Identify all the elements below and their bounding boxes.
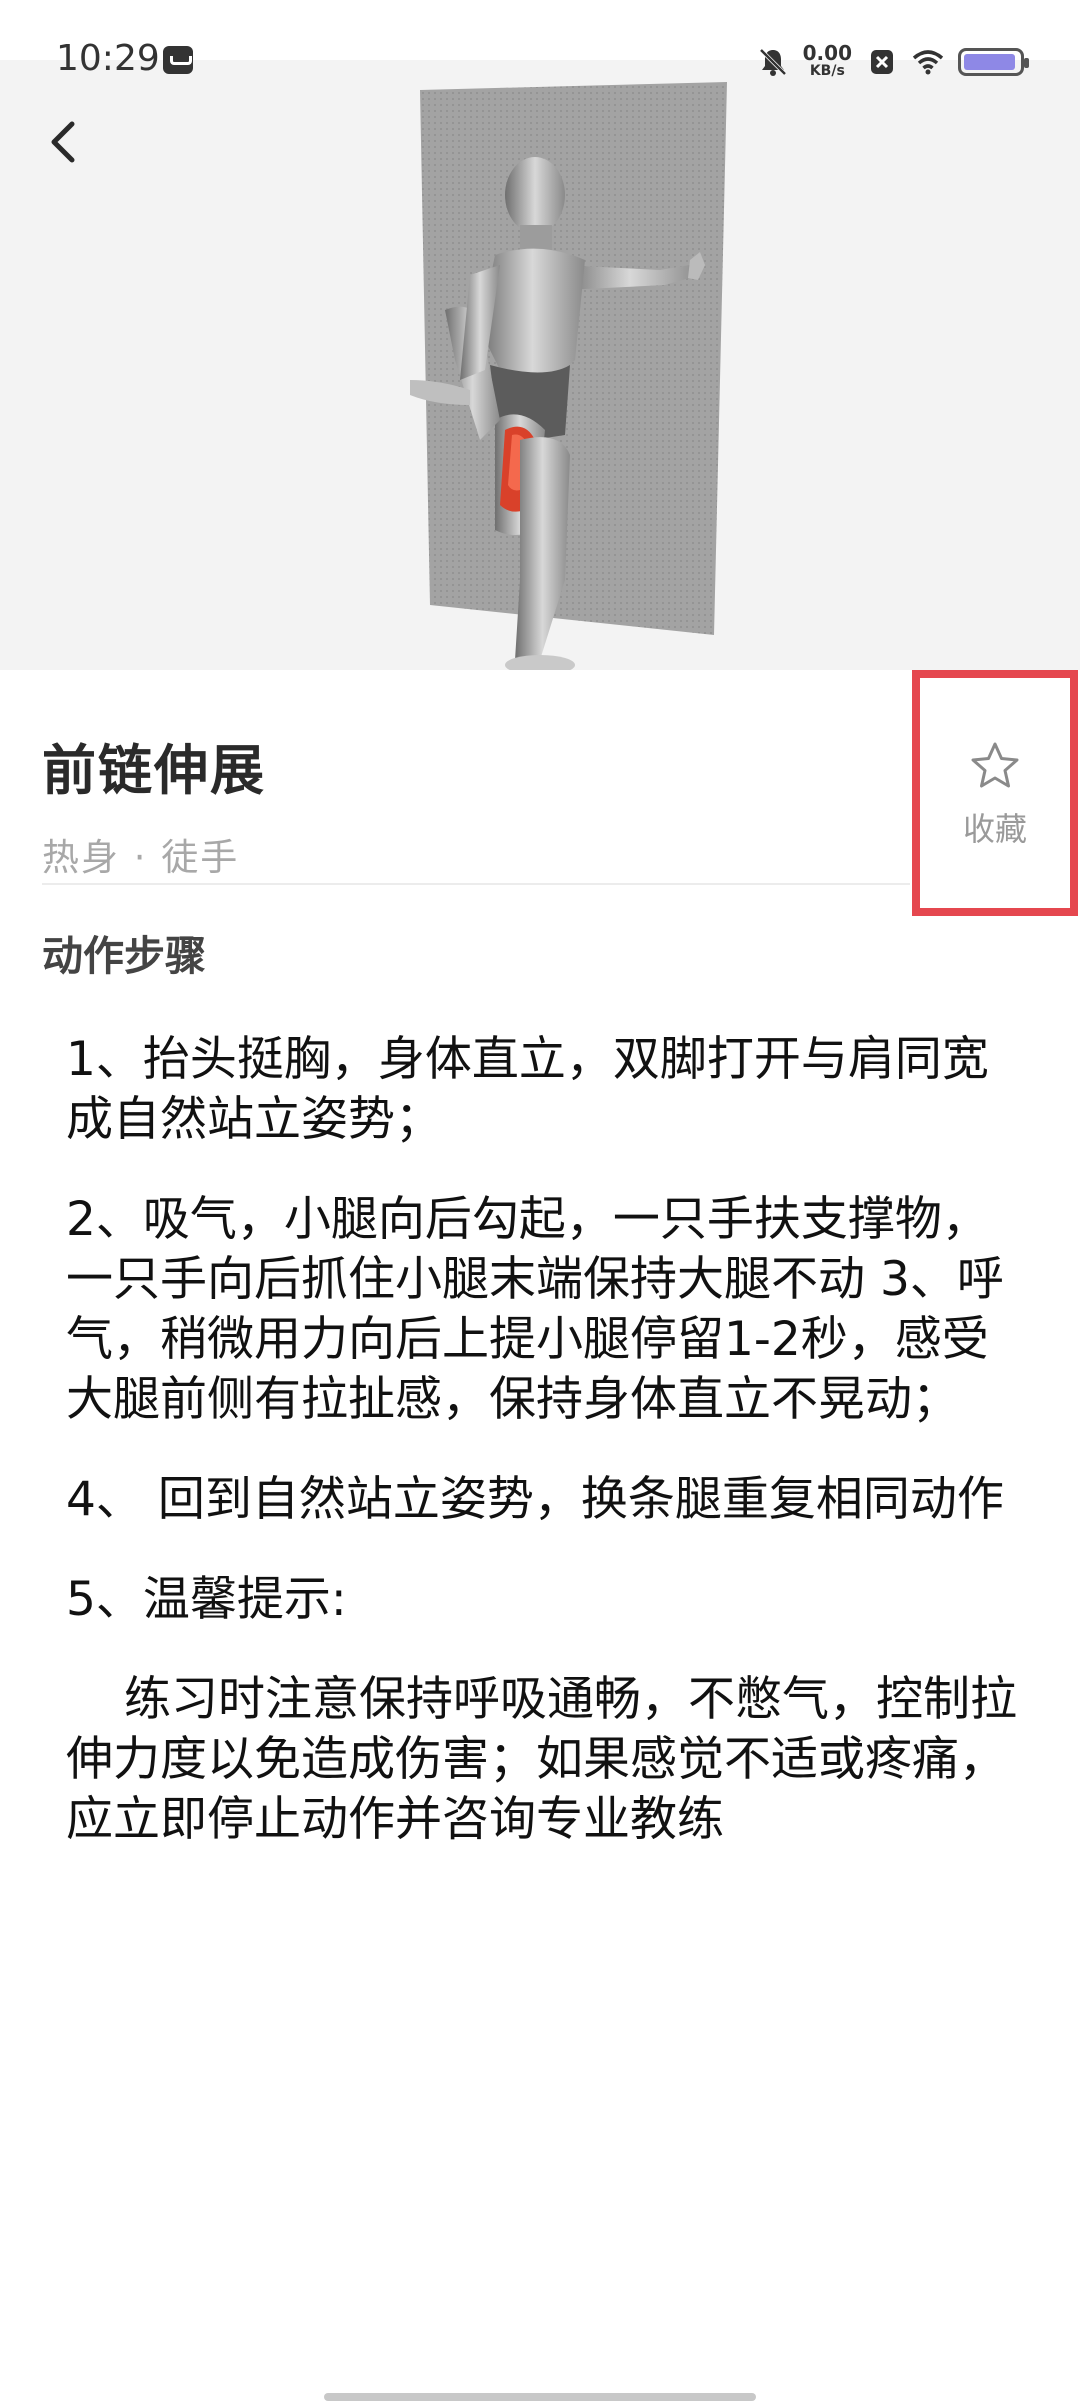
divider	[42, 883, 910, 885]
status-time: 10:29	[56, 38, 160, 79]
quad-stretch-figure-icon	[410, 82, 727, 670]
title-block: 前链伸展 热身 · 徒手	[42, 726, 266, 881]
mute-bell-icon	[759, 48, 787, 76]
exercise-illustration	[0, 60, 1080, 670]
step-item: 5、温馨提示:	[66, 1572, 347, 1627]
exercise-tags: 热身 · 徒手	[42, 836, 240, 879]
exercise-title: 前链伸展	[42, 739, 266, 802]
tip-text: 练习时注意保持呼吸通畅，不憋气，控制拉伸力度以免造成伤害；如果感觉不适或疼痛，应…	[66, 1672, 1017, 1847]
chevron-left-icon	[51, 121, 75, 163]
battery-icon	[958, 48, 1029, 76]
message-notification-icon	[163, 46, 193, 74]
wifi-icon	[912, 50, 944, 75]
steps-list: 1、抬头挺胸，身体直立，双脚打开与肩同宽成自然站立姿势； 2、吸气，小腿向后勾起…	[66, 1030, 1026, 1890]
favorite-button[interactable]: 收藏	[912, 670, 1078, 916]
favorite-label: 收藏	[962, 810, 1027, 848]
network-speed-unit: KB/s	[809, 63, 845, 79]
status-bar: 10:29 0.00 KB/s	[0, 0, 1080, 79]
status-right-group: 0.00 KB/s	[757, 40, 1029, 84]
home-indicator[interactable]	[324, 2393, 756, 2401]
network-speed-value: 0.00	[802, 41, 852, 65]
sim-off-icon	[871, 50, 893, 74]
step-item: 4、 回到自然站立姿势，换条腿重复相同动作	[66, 1472, 1004, 1527]
star-outline-icon	[971, 742, 1019, 788]
back-button[interactable]	[40, 112, 88, 172]
section-heading: 动作步骤	[42, 932, 206, 980]
network-speed: 0.00 KB/s	[802, 41, 852, 80]
battery-fill	[964, 54, 1016, 70]
step-item: 2、吸气，小腿向后勾起，一只手扶支撑物，一只手向后抓住小腿末端保持大腿不动 3、…	[66, 1192, 1004, 1427]
step-item: 1、抬头挺胸，身体直立，双脚打开与肩同宽成自然站立姿势；	[66, 1032, 989, 1147]
